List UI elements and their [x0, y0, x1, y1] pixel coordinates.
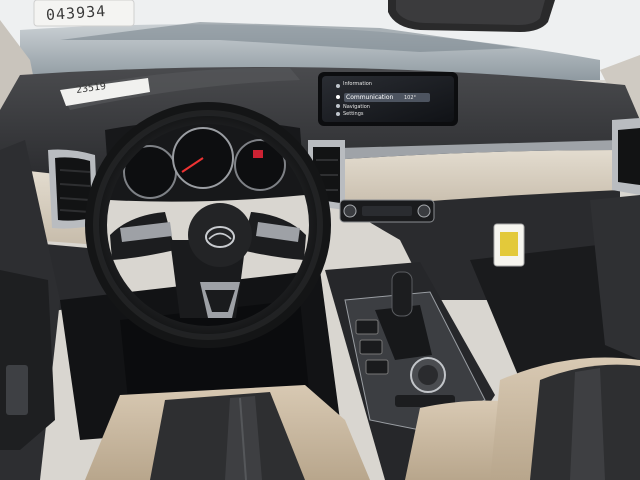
- airbag-warning-tag: [493, 223, 525, 267]
- menu-item-communication: Communication: [346, 94, 394, 101]
- car-interior-photo: 043934 23519 Information Communication N…: [0, 0, 640, 480]
- menu-item-settings: Settings: [343, 111, 364, 117]
- passenger-seat: [490, 357, 640, 480]
- screen-temperature: 102°: [404, 95, 417, 101]
- window-switches: [6, 365, 28, 415]
- menu-item-navigation: Navigation: [343, 104, 370, 110]
- menu-item-information: Information: [343, 81, 372, 87]
- right-air-vent: [612, 118, 640, 195]
- car-interior-illustration: [0, 0, 640, 480]
- gear-shifter: [391, 271, 413, 317]
- climate-controls: [339, 199, 435, 223]
